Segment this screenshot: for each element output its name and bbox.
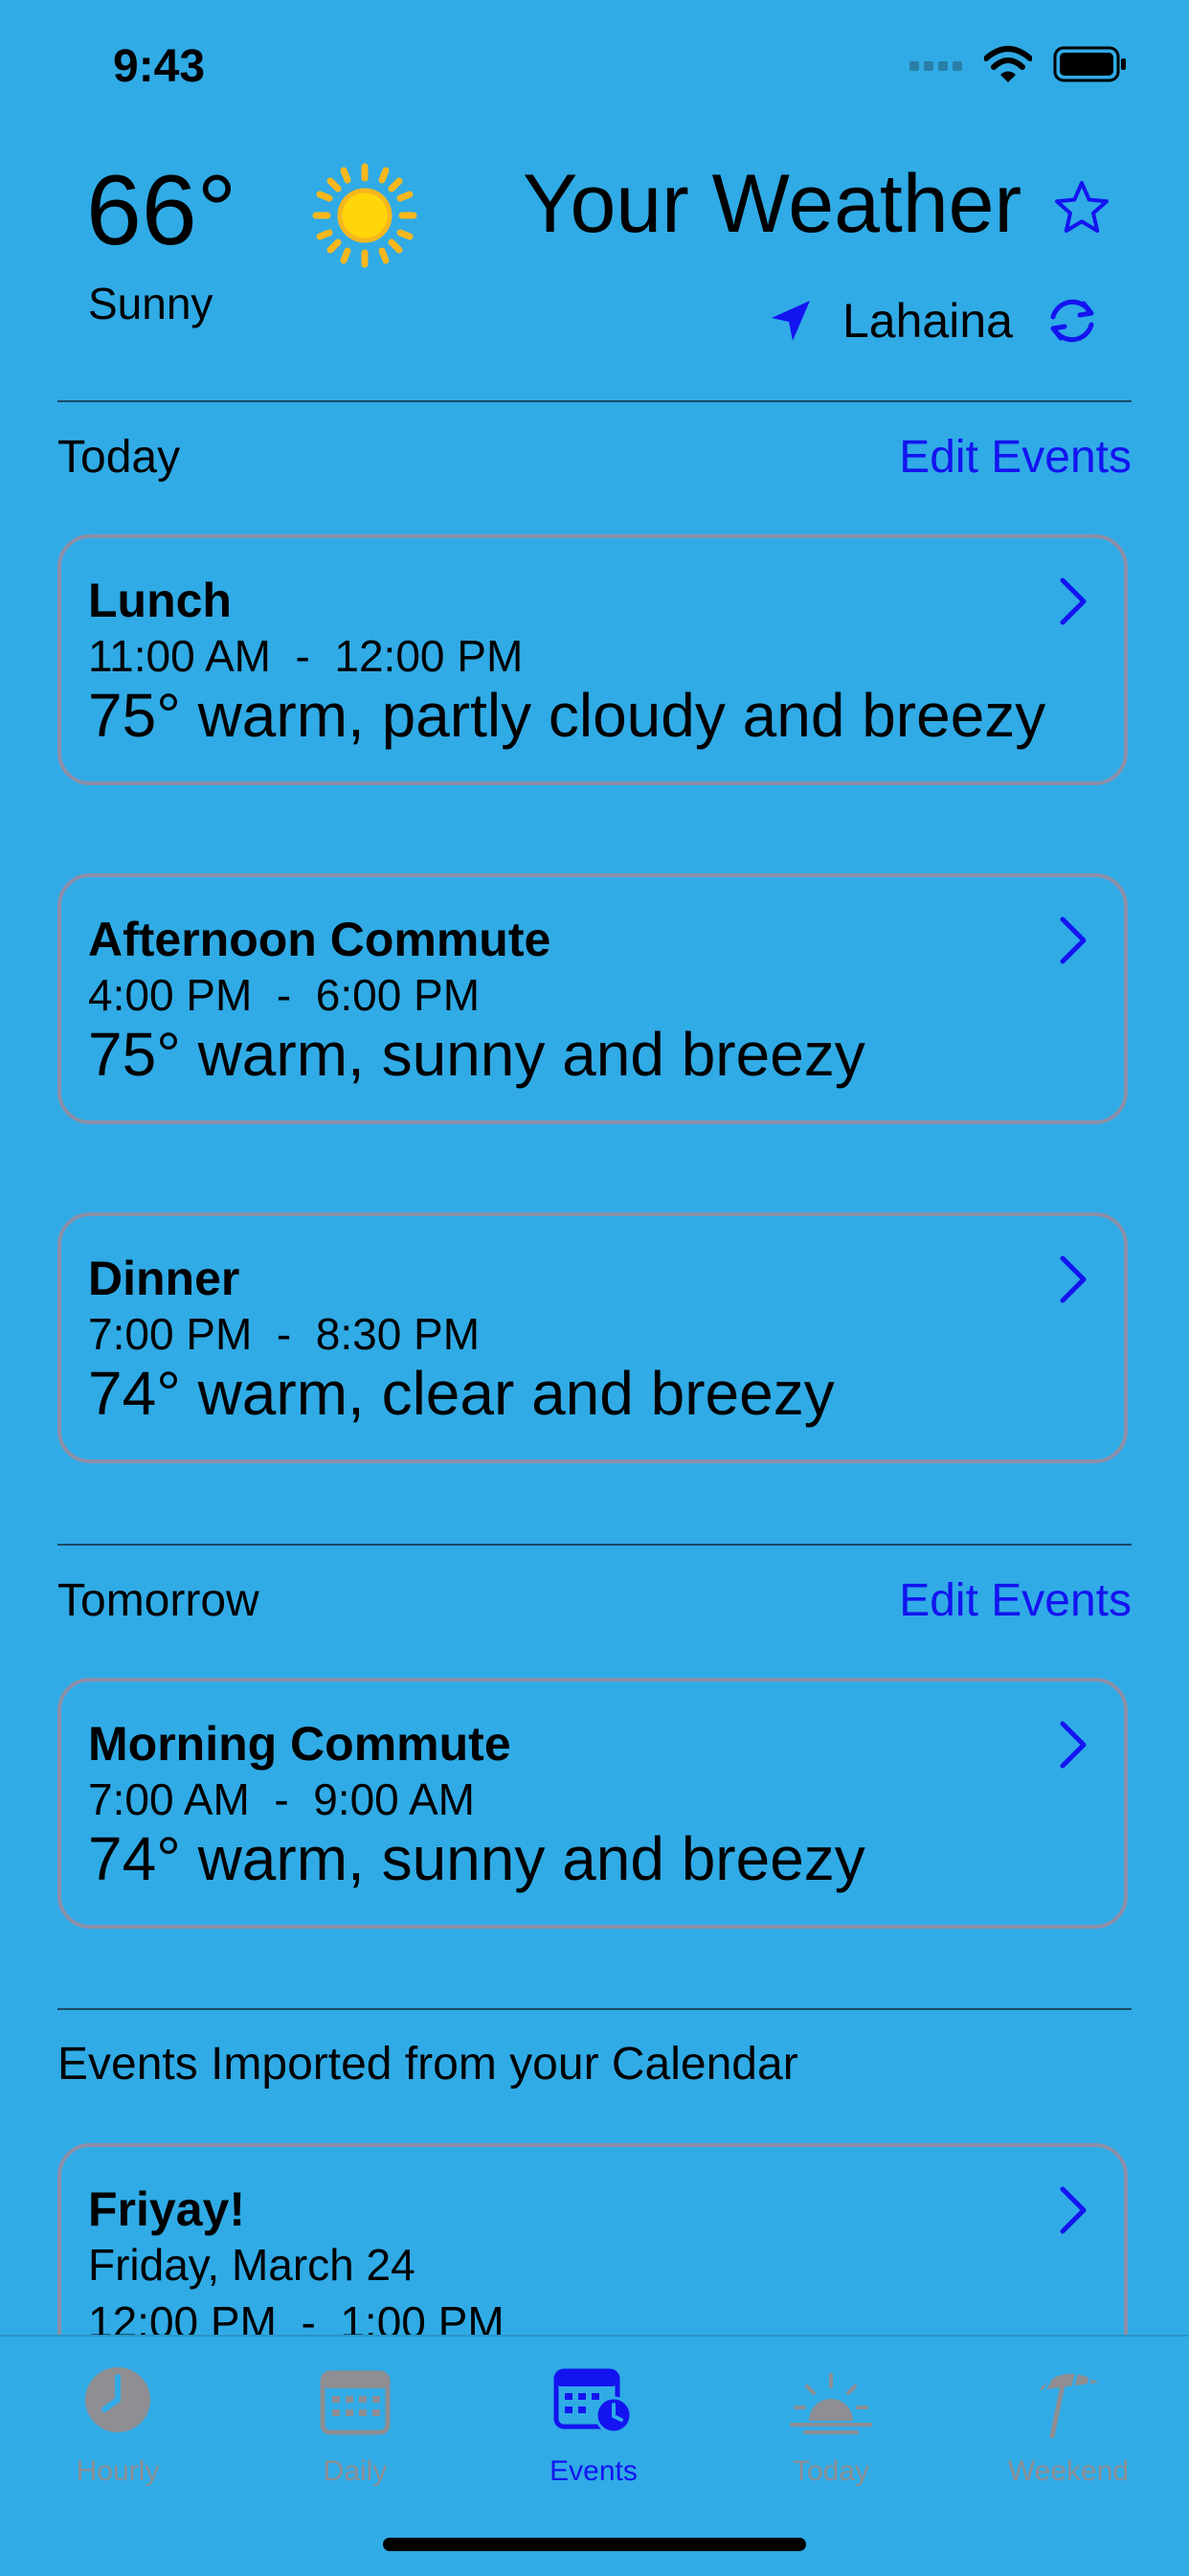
current-temperature: 66°	[86, 155, 237, 266]
tab-label: Hourly	[76, 2455, 160, 2487]
event-forecast: 75° warm, partly cloudy and breezy	[88, 681, 1046, 750]
event-time: 7:00 PM - 8:30 PM	[88, 1309, 481, 1359]
chevron-right-icon	[1060, 1721, 1087, 1769]
tab-label: Events	[550, 2455, 638, 2487]
tab-hourly[interactable]: Hourly	[22, 2358, 213, 2487]
location-row: Lahaina	[766, 287, 1103, 354]
divider	[57, 400, 1132, 402]
event-title: Morning Commute	[88, 1717, 511, 1771]
event-card-dinner[interactable]: Dinner 7:00 PM - 8:30 PM 74° warm, clear…	[57, 1212, 1128, 1463]
calendar-clock-icon	[553, 2368, 633, 2434]
app-title: Your Weather	[523, 158, 1022, 250]
current-condition: Sunny	[88, 279, 213, 328]
edit-events-tomorrow-button[interactable]: Edit Events	[899, 1574, 1132, 1627]
section-title-imported: Events Imported from your Calendar	[57, 2039, 798, 2090]
section-title-today: Today	[57, 432, 181, 483]
event-title: Lunch	[88, 574, 232, 627]
tab-today[interactable]: Today	[735, 2358, 927, 2487]
refresh-icon[interactable]	[1042, 290, 1103, 351]
event-forecast: 75° warm, sunny and breezy	[88, 1020, 865, 1089]
tab-label: Weekend	[1007, 2455, 1130, 2487]
sunrise-icon	[790, 2373, 872, 2434]
edit-events-today-button[interactable]: Edit Events	[899, 431, 1132, 484]
tab-events[interactable]: Events	[498, 2358, 689, 2487]
chevron-right-icon	[1060, 577, 1087, 625]
home-indicator	[383, 2538, 806, 2551]
status-time: 9:43	[113, 41, 206, 92]
section-title-tomorrow: Tomorrow	[57, 1575, 259, 1626]
event-time: 4:00 PM - 6:00 PM	[88, 970, 481, 1020]
event-card-lunch[interactable]: Lunch 11:00 AM - 12:00 PM 75° warm, part…	[57, 534, 1128, 785]
event-title: Afternoon Commute	[88, 913, 551, 966]
tab-label: Daily	[323, 2455, 388, 2487]
divider	[57, 1544, 1132, 1546]
location-arrow-icon[interactable]	[766, 297, 814, 345]
event-title: Friyay!	[88, 2182, 245, 2236]
chevron-right-icon	[1060, 1255, 1087, 1303]
tab-daily[interactable]: Daily	[259, 2358, 451, 2487]
location-name: Lahaina	[842, 294, 1013, 348]
event-forecast: 74° warm, sunny and breezy	[88, 1824, 865, 1893]
star-icon[interactable]	[1053, 179, 1110, 237]
event-time: 11:00 AM - 12:00 PM	[88, 631, 524, 681]
beach-umbrella-icon	[1039, 2370, 1098, 2439]
status-icons	[909, 40, 1128, 88]
event-date: Friday, March 24	[88, 2240, 415, 2290]
battery-icon	[1053, 46, 1126, 82]
wifi-icon	[984, 46, 1032, 82]
tab-weekend[interactable]: Weekend	[973, 2358, 1164, 2487]
event-title: Dinner	[88, 1252, 240, 1305]
event-forecast: 74° warm, clear and breezy	[88, 1359, 835, 1428]
chevron-right-icon	[1060, 2186, 1087, 2234]
clock-icon	[85, 2367, 150, 2432]
event-card-morning-commute[interactable]: Morning Commute 7:00 AM - 9:00 AM 74° wa…	[57, 1678, 1128, 1929]
divider	[57, 2008, 1132, 2010]
calendar-icon	[320, 2370, 391, 2435]
cellular-signal-icon	[909, 61, 962, 71]
chevron-right-icon	[1060, 916, 1087, 964]
event-time: 7:00 AM - 9:00 AM	[88, 1774, 475, 1824]
tab-label: Today	[792, 2455, 870, 2487]
event-card-afternoon-commute[interactable]: Afternoon Commute 4:00 PM - 6:00 PM 75° …	[57, 873, 1128, 1124]
sun-icon	[312, 163, 417, 268]
